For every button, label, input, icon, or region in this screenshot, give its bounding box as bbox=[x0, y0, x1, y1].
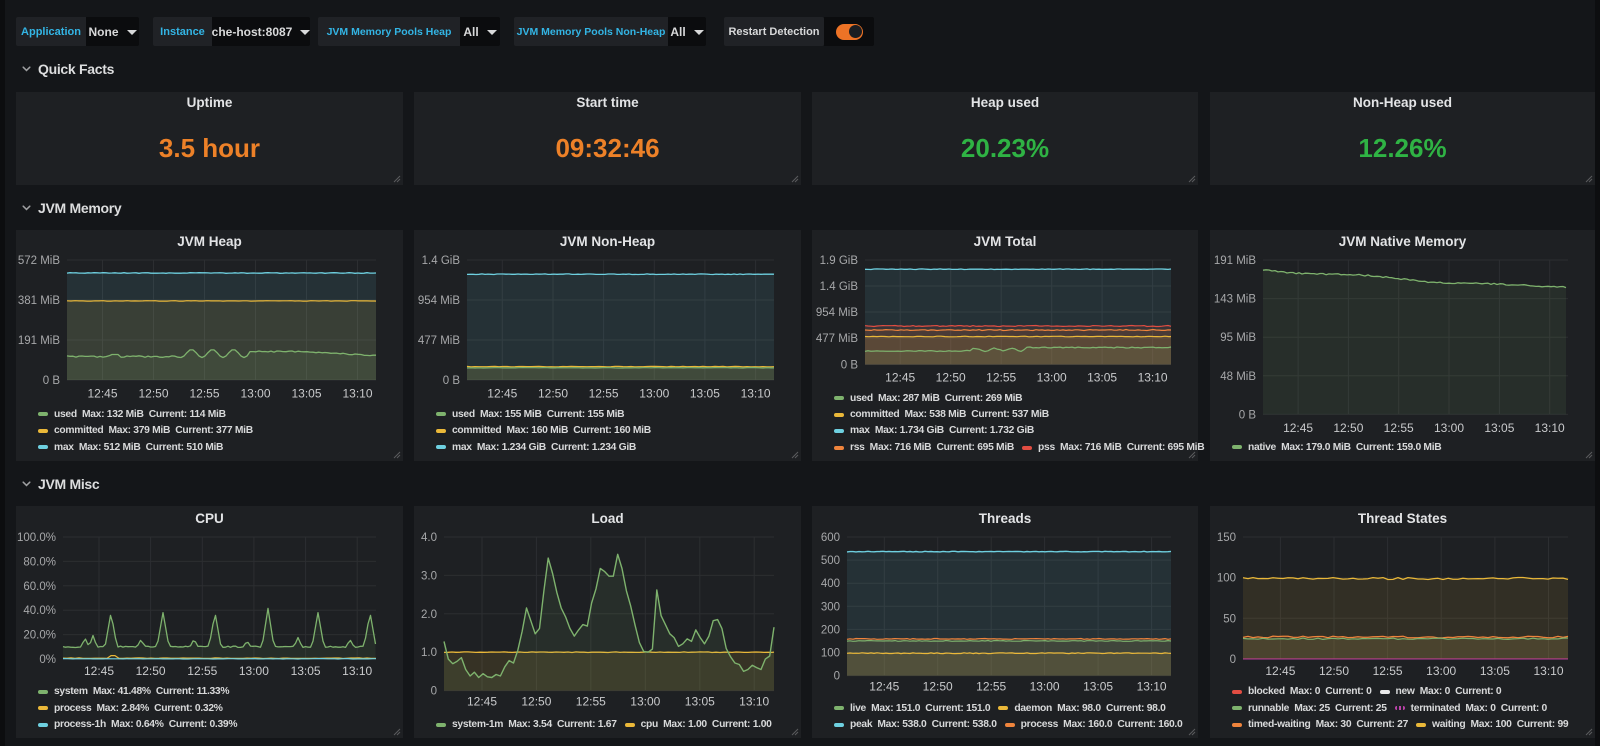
svg-text:13:00: 13:00 bbox=[630, 694, 660, 708]
svg-text:500: 500 bbox=[821, 555, 840, 567]
svg-text:12:55: 12:55 bbox=[1384, 421, 1414, 435]
svg-text:13:10: 13:10 bbox=[1533, 664, 1563, 678]
svg-text:954 MiB: 954 MiB bbox=[418, 295, 461, 307]
svg-text:50: 50 bbox=[1223, 613, 1236, 625]
svg-text:13:00: 13:00 bbox=[240, 387, 270, 401]
svg-text:0 B: 0 B bbox=[841, 360, 859, 372]
svg-text:13:00: 13:00 bbox=[1434, 421, 1464, 435]
svg-text:2.0: 2.0 bbox=[421, 609, 437, 621]
svg-text:0: 0 bbox=[834, 671, 840, 683]
svg-text:20.0%: 20.0% bbox=[23, 630, 56, 642]
svg-text:13:00: 13:00 bbox=[639, 387, 669, 401]
svg-text:12:55: 12:55 bbox=[986, 371, 1016, 385]
svg-text:13:05: 13:05 bbox=[291, 664, 321, 678]
svg-text:400: 400 bbox=[821, 578, 840, 590]
svg-text:13:10: 13:10 bbox=[342, 387, 372, 401]
svg-text:13:05: 13:05 bbox=[685, 694, 715, 708]
svg-text:1.4 GiB: 1.4 GiB bbox=[820, 281, 859, 293]
svg-text:13:10: 13:10 bbox=[739, 694, 769, 708]
svg-text:381 MiB: 381 MiB bbox=[18, 295, 61, 307]
svg-text:12:45: 12:45 bbox=[87, 387, 117, 401]
svg-text:13:10: 13:10 bbox=[1535, 421, 1565, 435]
svg-text:1.9 GiB: 1.9 GiB bbox=[820, 255, 859, 267]
svg-text:48 MiB: 48 MiB bbox=[1220, 371, 1256, 383]
svg-text:60.0%: 60.0% bbox=[23, 581, 56, 593]
svg-text:12:50: 12:50 bbox=[521, 694, 551, 708]
svg-text:1.0: 1.0 bbox=[421, 647, 437, 659]
svg-text:12:55: 12:55 bbox=[189, 387, 219, 401]
svg-text:300: 300 bbox=[821, 601, 840, 613]
svg-text:12:50: 12:50 bbox=[923, 680, 953, 694]
svg-text:12:50: 12:50 bbox=[138, 387, 168, 401]
svg-text:100.0%: 100.0% bbox=[17, 532, 56, 544]
svg-text:13:05: 13:05 bbox=[1087, 371, 1117, 385]
svg-text:13:05: 13:05 bbox=[1083, 680, 1113, 694]
svg-text:477 MiB: 477 MiB bbox=[418, 335, 461, 347]
svg-text:3.0: 3.0 bbox=[421, 570, 437, 582]
svg-text:12:45: 12:45 bbox=[885, 371, 915, 385]
svg-text:12:45: 12:45 bbox=[1283, 421, 1313, 435]
svg-text:13:00: 13:00 bbox=[239, 664, 269, 678]
svg-text:12:50: 12:50 bbox=[1333, 421, 1363, 435]
svg-text:12:55: 12:55 bbox=[187, 664, 217, 678]
svg-text:12:55: 12:55 bbox=[576, 694, 606, 708]
svg-text:12:55: 12:55 bbox=[976, 680, 1006, 694]
svg-text:191 MiB: 191 MiB bbox=[18, 335, 61, 347]
svg-text:80.0%: 80.0% bbox=[23, 556, 56, 568]
svg-text:0: 0 bbox=[1230, 654, 1236, 666]
svg-text:0 B: 0 B bbox=[443, 375, 461, 387]
svg-text:13:00: 13:00 bbox=[1426, 664, 1456, 678]
svg-text:12:50: 12:50 bbox=[936, 371, 966, 385]
svg-text:40.0%: 40.0% bbox=[23, 605, 56, 617]
svg-text:12:45: 12:45 bbox=[1265, 664, 1295, 678]
svg-text:954 MiB: 954 MiB bbox=[816, 307, 859, 319]
svg-text:12:45: 12:45 bbox=[869, 680, 899, 694]
svg-text:12:45: 12:45 bbox=[467, 694, 497, 708]
svg-text:13:00: 13:00 bbox=[1037, 371, 1067, 385]
svg-text:13:05: 13:05 bbox=[291, 387, 321, 401]
svg-text:13:10: 13:10 bbox=[342, 664, 372, 678]
svg-text:13:10: 13:10 bbox=[741, 387, 771, 401]
svg-text:150: 150 bbox=[1217, 532, 1236, 544]
svg-text:1.4 GiB: 1.4 GiB bbox=[422, 255, 461, 267]
svg-text:13:05: 13:05 bbox=[1484, 421, 1514, 435]
svg-text:12:55: 12:55 bbox=[589, 387, 619, 401]
svg-text:12:50: 12:50 bbox=[538, 387, 568, 401]
svg-text:95 MiB: 95 MiB bbox=[1220, 332, 1256, 344]
svg-text:12:50: 12:50 bbox=[136, 664, 166, 678]
svg-text:13:05: 13:05 bbox=[690, 387, 720, 401]
svg-text:13:05: 13:05 bbox=[1480, 664, 1510, 678]
svg-text:0 B: 0 B bbox=[43, 375, 61, 387]
svg-text:13:10: 13:10 bbox=[1138, 371, 1168, 385]
svg-text:12:45: 12:45 bbox=[487, 387, 517, 401]
svg-text:143 MiB: 143 MiB bbox=[1214, 294, 1257, 306]
svg-text:100: 100 bbox=[821, 648, 840, 660]
svg-text:572 MiB: 572 MiB bbox=[18, 255, 61, 267]
svg-text:0: 0 bbox=[431, 686, 437, 698]
svg-text:100: 100 bbox=[1217, 573, 1236, 585]
svg-text:12:55: 12:55 bbox=[1373, 664, 1403, 678]
svg-text:477 MiB: 477 MiB bbox=[816, 333, 859, 345]
svg-text:4.0: 4.0 bbox=[421, 532, 437, 544]
svg-text:191 MiB: 191 MiB bbox=[1214, 255, 1257, 267]
svg-text:200: 200 bbox=[821, 624, 840, 636]
svg-text:0 B: 0 B bbox=[1239, 409, 1257, 421]
svg-text:13:00: 13:00 bbox=[1030, 680, 1060, 694]
svg-text:13:10: 13:10 bbox=[1137, 680, 1167, 694]
svg-text:0%: 0% bbox=[39, 654, 56, 666]
svg-text:12:50: 12:50 bbox=[1319, 664, 1349, 678]
svg-text:600: 600 bbox=[821, 532, 840, 544]
svg-text:12:45: 12:45 bbox=[84, 664, 114, 678]
